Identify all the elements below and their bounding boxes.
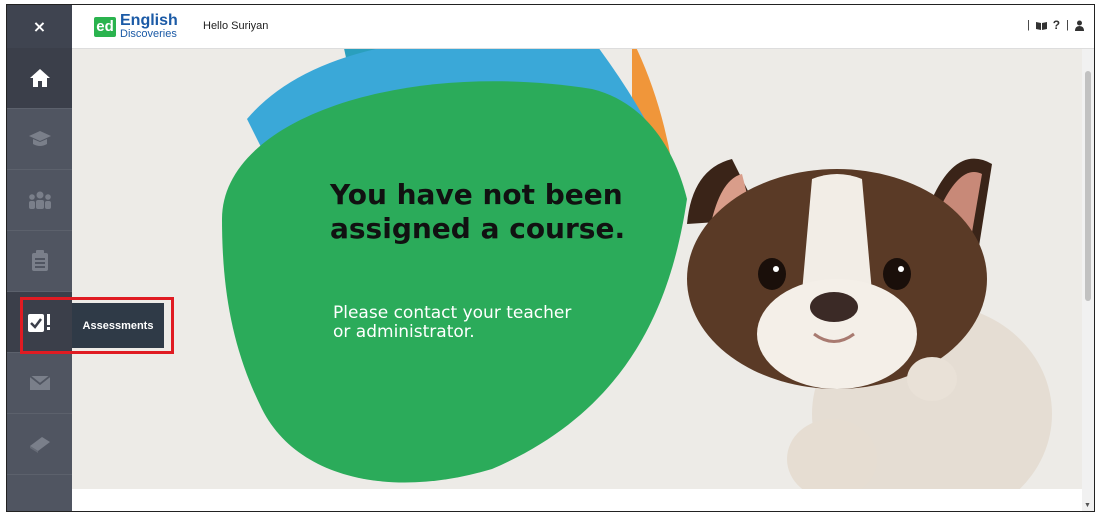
- footer-area: [72, 489, 1082, 511]
- vertical-scrollbar[interactable]: ▼: [1082, 49, 1094, 511]
- app-window: ed English Discoveries Hello Suriyan | ?…: [6, 4, 1095, 512]
- logo-ed-badge: ed: [94, 16, 116, 37]
- sidebar-item-messages[interactable]: [7, 353, 72, 414]
- english-discoveries-logo[interactable]: ed English Discoveries: [94, 13, 178, 40]
- separator: |: [1066, 19, 1069, 31]
- dictionary-icon[interactable]: [1035, 21, 1047, 30]
- home-icon: [29, 69, 50, 87]
- puppy-image: [687, 158, 1052, 489]
- users-icon: [28, 191, 51, 209]
- sidebar-item-assessments[interactable]: [7, 292, 72, 353]
- logo-title: English: [120, 12, 178, 29]
- book-icon: [29, 437, 50, 453]
- help-icon[interactable]: ?: [1053, 18, 1060, 32]
- logo-subtitle: Discoveries: [120, 28, 177, 40]
- assessments-tooltip: Assessments: [72, 303, 164, 348]
- user-profile-icon[interactable]: [1075, 20, 1084, 31]
- sidebar-item-library[interactable]: [7, 414, 72, 475]
- hero-illustration: [222, 49, 1052, 489]
- top-header: ed English Discoveries Hello Suriyan | ?…: [72, 5, 1094, 49]
- separator: |: [1026, 19, 1030, 31]
- left-sidebar: ×: [7, 5, 72, 511]
- scrollbar-thumb[interactable]: [1085, 71, 1091, 301]
- user-greeting: Hello Suriyan: [203, 20, 269, 32]
- header-tools: | ? |: [1027, 18, 1084, 32]
- close-menu-button[interactable]: ×: [7, 5, 72, 48]
- sidebar-item-tasks[interactable]: [7, 231, 72, 292]
- envelope-icon: [28, 375, 51, 390]
- contact-message: Please contact your teacher or administr…: [333, 303, 572, 342]
- sidebar-item-community[interactable]: [7, 170, 72, 231]
- assessment-icon: [27, 314, 50, 332]
- green-shape: [222, 81, 687, 483]
- no-course-headline: You have not been assigned a course.: [330, 178, 626, 245]
- graduation-cap-icon: [28, 131, 51, 146]
- main-content: You have not been assigned a course. Ple…: [72, 49, 1082, 489]
- clipboard-icon: [31, 250, 48, 271]
- sidebar-item-courses[interactable]: [7, 109, 72, 170]
- scroll-down-arrow[interactable]: ▼: [1084, 502, 1091, 509]
- sidebar-item-home[interactable]: [7, 48, 72, 109]
